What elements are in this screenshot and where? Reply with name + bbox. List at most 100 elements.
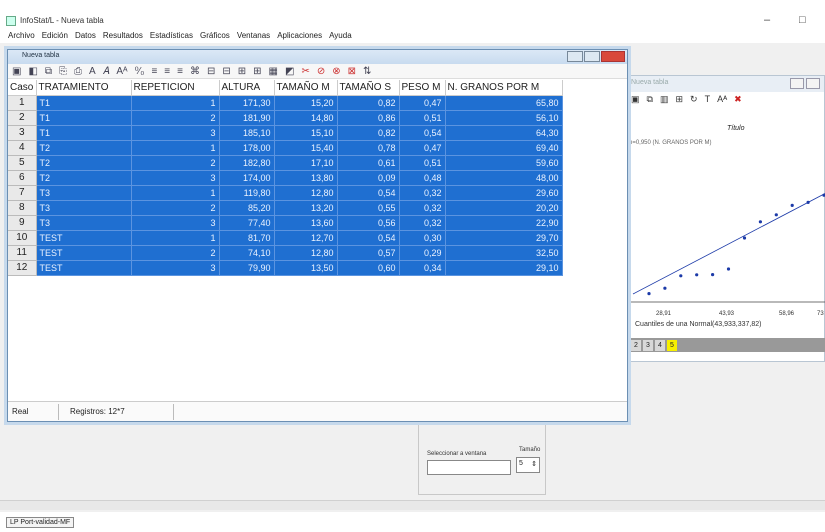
row-number[interactable]: 6 <box>8 170 37 186</box>
table-cell[interactable]: 64,30 <box>445 125 563 141</box>
chart-icon[interactable]: ◩ <box>285 66 294 77</box>
column-header[interactable]: Caso <box>8 80 37 96</box>
sort-icon[interactable]: ⇅ <box>363 66 371 77</box>
table-cell[interactable]: 56,10 <box>445 110 563 126</box>
insert-row-icon[interactable]: ⊟ <box>207 66 215 77</box>
table-row[interactable]: 5 T2 2 182,80 17,10 0,61 0,51 59,60 <box>8 155 563 171</box>
table-cell[interactable]: 15,20 <box>274 95 338 111</box>
table-cell[interactable]: 15,10 <box>274 125 338 141</box>
row-number[interactable]: 12 <box>8 260 37 276</box>
table-cell[interactable]: 0,32 <box>399 200 446 216</box>
table-cell[interactable]: 13,20 <box>274 200 338 216</box>
table-cell[interactable]: 81,70 <box>219 230 275 246</box>
table-row[interactable]: 12 TEST 3 79,90 13,50 0,60 0,34 29,10 <box>8 260 563 276</box>
table-cell[interactable]: 17,10 <box>274 155 338 171</box>
table-cell[interactable]: 0,32 <box>399 185 446 201</box>
table-cell[interactable]: 3 <box>131 125 220 141</box>
row-number[interactable]: 4 <box>8 140 37 156</box>
table-cell[interactable]: 0,30 <box>399 230 446 246</box>
menu-estadisticas[interactable]: Estadísticas <box>150 31 193 40</box>
table-row[interactable]: 3 T1 3 185,10 15,10 0,82 0,54 64,30 <box>8 125 563 141</box>
table-cell[interactable]: 174,00 <box>219 170 275 186</box>
paste-icon[interactable]: ⎘ <box>59 66 67 77</box>
table-cell[interactable]: 119,80 <box>219 185 275 201</box>
row-number[interactable]: 2 <box>8 110 37 126</box>
table-cell[interactable]: 185,10 <box>219 125 275 141</box>
table-row[interactable]: 10 TEST 1 81,70 12,70 0,54 0,30 29,70 <box>8 230 563 246</box>
table-cell[interactable]: 2 <box>131 155 220 171</box>
table-cell[interactable]: 0,32 <box>399 215 446 231</box>
menu-edicion[interactable]: Edición <box>42 31 68 40</box>
table-cell[interactable]: 0,56 <box>337 215 400 231</box>
table-row[interactable]: 7 T3 1 119,80 12,80 0,54 0,32 29,60 <box>8 185 563 201</box>
table-cell[interactable]: 0,51 <box>399 155 446 171</box>
table-cell[interactable]: 182,80 <box>219 155 275 171</box>
table-window-titlebar[interactable]: Nueva tabla <box>8 50 627 64</box>
table-cell[interactable]: 14,80 <box>274 110 338 126</box>
table-cell[interactable]: T3 <box>36 215 132 231</box>
column-header[interactable]: TAMAÑO S <box>337 80 400 96</box>
table-cell[interactable]: 0,82 <box>337 125 400 141</box>
graph-tab[interactable]: 4 <box>655 339 665 351</box>
print-icon[interactable]: ⎙ <box>74 66 82 77</box>
table-cell[interactable]: 0,48 <box>399 170 446 186</box>
open-icon[interactable]: ◧ <box>28 66 37 77</box>
menu-aplicaciones[interactable]: Aplicaciones <box>277 31 322 40</box>
text-icon[interactable]: T <box>705 94 711 104</box>
save-icon[interactable]: ▣ <box>631 94 640 105</box>
table-cell[interactable]: T1 <box>36 110 132 126</box>
menu-archivo[interactable]: Archivo <box>8 31 35 40</box>
column-header[interactable]: TAMAÑO M <box>274 80 338 96</box>
table-cell[interactable]: 22,90 <box>445 215 563 231</box>
table-cell[interactable]: 0,54 <box>337 230 400 246</box>
copy-icon[interactable]: ⧉ <box>45 66 52 77</box>
table-cell[interactable]: 13,50 <box>274 260 338 276</box>
table-cell[interactable]: 181,90 <box>219 110 275 126</box>
row-number[interactable]: 8 <box>8 200 37 216</box>
table-cell[interactable]: 0,09 <box>337 170 400 186</box>
graph-tab-active[interactable]: 5 <box>667 339 677 351</box>
table-cell[interactable]: T3 <box>36 200 132 216</box>
row-number[interactable]: 11 <box>8 245 37 261</box>
table-cell[interactable]: T2 <box>36 170 132 186</box>
paint-icon[interactable]: ⌘ <box>190 66 200 77</box>
table-cell[interactable]: 20,20 <box>445 200 563 216</box>
row-number[interactable]: 5 <box>8 155 37 171</box>
table-cell[interactable]: 0,47 <box>399 95 446 111</box>
table-cell[interactable]: 0,60 <box>337 260 400 276</box>
chart-window-titlebar[interactable]: Nueva tabla <box>627 76 824 92</box>
table-cell[interactable]: 0,34 <box>399 260 446 276</box>
table-cell[interactable]: 1 <box>131 95 220 111</box>
graph-tab[interactable]: 2 <box>631 339 641 351</box>
delete-row-icon[interactable]: ⊟ <box>222 66 230 77</box>
table-cell[interactable]: 3 <box>131 170 220 186</box>
table-cell[interactable]: 0,82 <box>337 95 400 111</box>
grid-icon[interactable]: ⊞ <box>675 94 683 105</box>
menu-resultados[interactable]: Resultados <box>103 31 143 40</box>
table-cell[interactable]: 0,57 <box>337 245 400 261</box>
table-row[interactable]: 8 T3 2 85,20 13,20 0,55 0,32 20,20 <box>8 200 563 216</box>
row-number[interactable]: 3 <box>8 125 37 141</box>
column-header[interactable]: TRATAMIENTO <box>36 80 132 96</box>
column-header[interactable]: REPETICION <box>131 80 220 96</box>
align-center-icon[interactable]: ≡ <box>164 66 170 77</box>
row-number[interactable]: 7 <box>8 185 37 201</box>
clear-icon[interactable]: ⊘ <box>317 66 325 77</box>
font-icon[interactable]: Aᴬ <box>717 94 727 104</box>
table-cell[interactable]: TEST <box>36 245 132 261</box>
table-cell[interactable]: 74,10 <box>219 245 275 261</box>
table-cell[interactable]: 0,51 <box>399 110 446 126</box>
graph-tab[interactable]: 3 <box>643 339 653 351</box>
chart-window[interactable]: Nueva tabla ▣ ⧉ ▥ ⊞ ↻ T Aᴬ ✖ Título n=0,… <box>626 75 825 362</box>
table-cell[interactable]: 1 <box>131 185 220 201</box>
stepper-arrows-icon[interactable]: ⇕ <box>531 460 537 468</box>
table-cell[interactable]: 32,50 <box>445 245 563 261</box>
table-cell[interactable]: 12,70 <box>274 230 338 246</box>
horizontal-scrollbar[interactable] <box>0 500 825 510</box>
delete-column-icon[interactable]: ⊞ <box>253 66 261 77</box>
table-window[interactable]: Nueva tabla ▣ ◧ ⧉ ⎘ ⎙ A 𝐴 Aᴬ ⁰⁄₀ ≡ ≡ ≡ ⌘… <box>7 49 628 422</box>
table-cell[interactable]: 0,78 <box>337 140 400 156</box>
table-row[interactable]: 1 T1 1 171,30 15,20 0,82 0,47 65,80 <box>8 95 563 111</box>
table-cell[interactable]: 2 <box>131 110 220 126</box>
decimals-icon[interactable]: ⁰⁄₀ <box>135 66 145 77</box>
